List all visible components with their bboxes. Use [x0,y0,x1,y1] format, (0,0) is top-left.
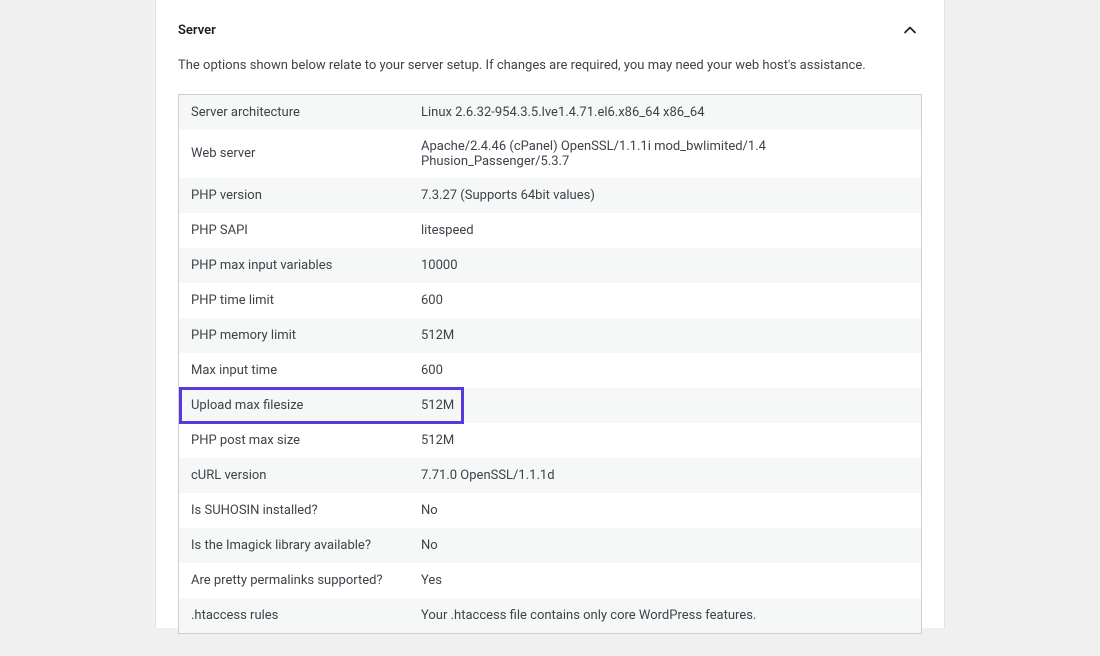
server-info-table: Server architectureLinux 2.6.32-954.3.5.… [178,94,922,634]
row-label: Is SUHOSIN installed? [179,494,409,527]
row-value: 7.71.0 OpenSSL/1.1.1d [409,459,921,492]
row-label: PHP SAPI [179,214,409,247]
row-label: PHP memory limit [179,319,409,352]
table-row: .htaccess rulesYour .htaccess file conta… [179,598,921,633]
table-row: PHP SAPIlitespeed [179,213,921,248]
row-value: litespeed [409,214,921,247]
table-row: PHP post max size512M [179,423,921,458]
row-value: 10000 [409,249,921,282]
row-value: 600 [409,354,921,387]
row-label: Upload max filesize [179,389,409,422]
row-value: 512M [409,319,921,352]
table-row: Web serverApache/2.4.46 (cPanel) OpenSSL… [179,130,921,178]
table-row: Are pretty permalinks supported?Yes [179,563,921,598]
row-label: PHP post max size [179,424,409,457]
row-value: Linux 2.6.32-954.3.5.lve1.4.71.el6.x86_6… [409,96,921,129]
panel-description: The options shown below relate to your s… [178,56,922,76]
table-row: Is the Imagick library available?No [179,528,921,563]
row-label: Max input time [179,354,409,387]
row-value: 600 [409,284,921,317]
table-row: PHP max input variables10000 [179,248,921,283]
row-value: No [409,529,921,562]
panel-header[interactable]: Server [178,0,922,56]
row-label: Server architecture [179,96,409,129]
row-label: PHP time limit [179,284,409,317]
table-row: cURL version7.71.0 OpenSSL/1.1.1d [179,458,921,493]
row-label: PHP max input variables [179,249,409,282]
row-value: Apache/2.4.46 (cPanel) OpenSSL/1.1.1i mo… [409,130,921,178]
panel-body: The options shown below relate to your s… [178,56,922,634]
table-row: PHP memory limit512M [179,318,921,353]
table-row: Max input time600 [179,353,921,388]
row-label: Web server [179,137,409,170]
row-value: No [409,494,921,527]
row-value: 512M [409,389,921,422]
chevron-up-icon [898,18,922,42]
table-row: PHP version7.3.27 (Supports 64bit values… [179,178,921,213]
table-row: PHP time limit600 [179,283,921,318]
table-row: Is SUHOSIN installed?No [179,493,921,528]
row-label: PHP version [179,179,409,212]
row-label: .htaccess rules [179,599,409,632]
table-row: Server architectureLinux 2.6.32-954.3.5.… [179,95,921,130]
row-value: 512M [409,424,921,457]
row-label: cURL version [179,459,409,492]
panel-title: Server [178,23,216,38]
row-label: Are pretty permalinks supported? [179,564,409,597]
row-value: 7.3.27 (Supports 64bit values) [409,179,921,212]
row-value: Your .htaccess file contains only core W… [409,599,921,632]
row-value: Yes [409,564,921,597]
server-panel: Server The options shown below relate to… [156,0,944,656]
table-row: Upload max filesize512M [179,388,921,423]
row-label: Is the Imagick library available? [179,529,409,562]
panel-wrapper: Server The options shown below relate to… [155,0,945,628]
